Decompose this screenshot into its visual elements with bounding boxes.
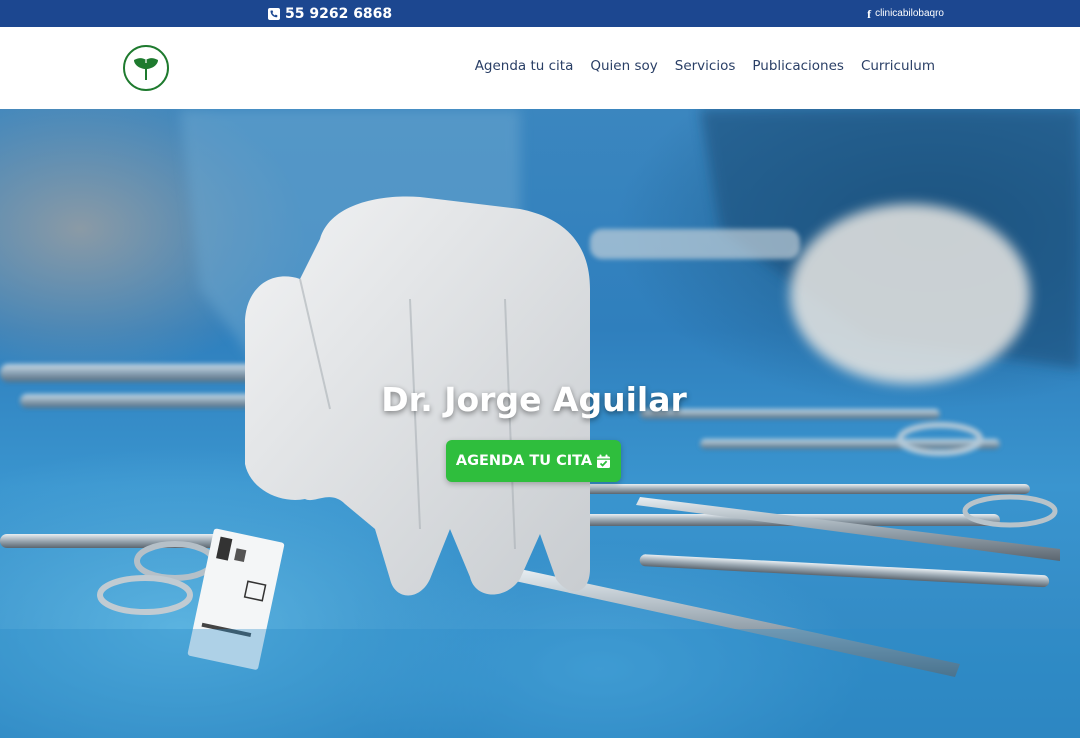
nav-curriculum[interactable]: Curriculum (861, 58, 935, 74)
facebook-link[interactable]: f clinicabilobaqro (867, 6, 944, 21)
calendar-check-icon (596, 454, 611, 469)
top-bar: 55 9262 6868 f clinicabilobaqro (0, 0, 1080, 27)
phone-number: 55 9262 6868 (285, 5, 393, 22)
nav-publicaciones[interactable]: Publicaciones (752, 58, 844, 74)
hero-background-image (0, 109, 1080, 738)
cta-label: AGENDA TU CITA (455, 453, 593, 469)
facebook-icon: f (867, 6, 872, 21)
main-nav: Agenda tu cita Quien soy Servicios Publi… (475, 58, 935, 74)
nav-agenda-tu-cita[interactable]: Agenda tu cita (475, 58, 574, 74)
phone-square-icon (268, 7, 280, 20)
hero-section: Dr. Jorge Aguilar AGENDA TU CITA (0, 109, 1080, 738)
agenda-tu-cita-button[interactable]: AGENDA TU CITA (446, 440, 621, 482)
nav-servicios[interactable]: Servicios (675, 58, 736, 74)
site-header: Agenda tu cita Quien soy Servicios Publi… (0, 27, 1080, 109)
facebook-handle: clinicabilobaqro (875, 8, 944, 19)
nav-quien-soy[interactable]: Quien soy (590, 58, 657, 74)
ginkgo-leaf-logo-icon[interactable] (123, 45, 169, 91)
hero-title: Dr. Jorge Aguilar (381, 380, 687, 419)
phone-contact[interactable]: 55 9262 6868 (268, 4, 392, 23)
